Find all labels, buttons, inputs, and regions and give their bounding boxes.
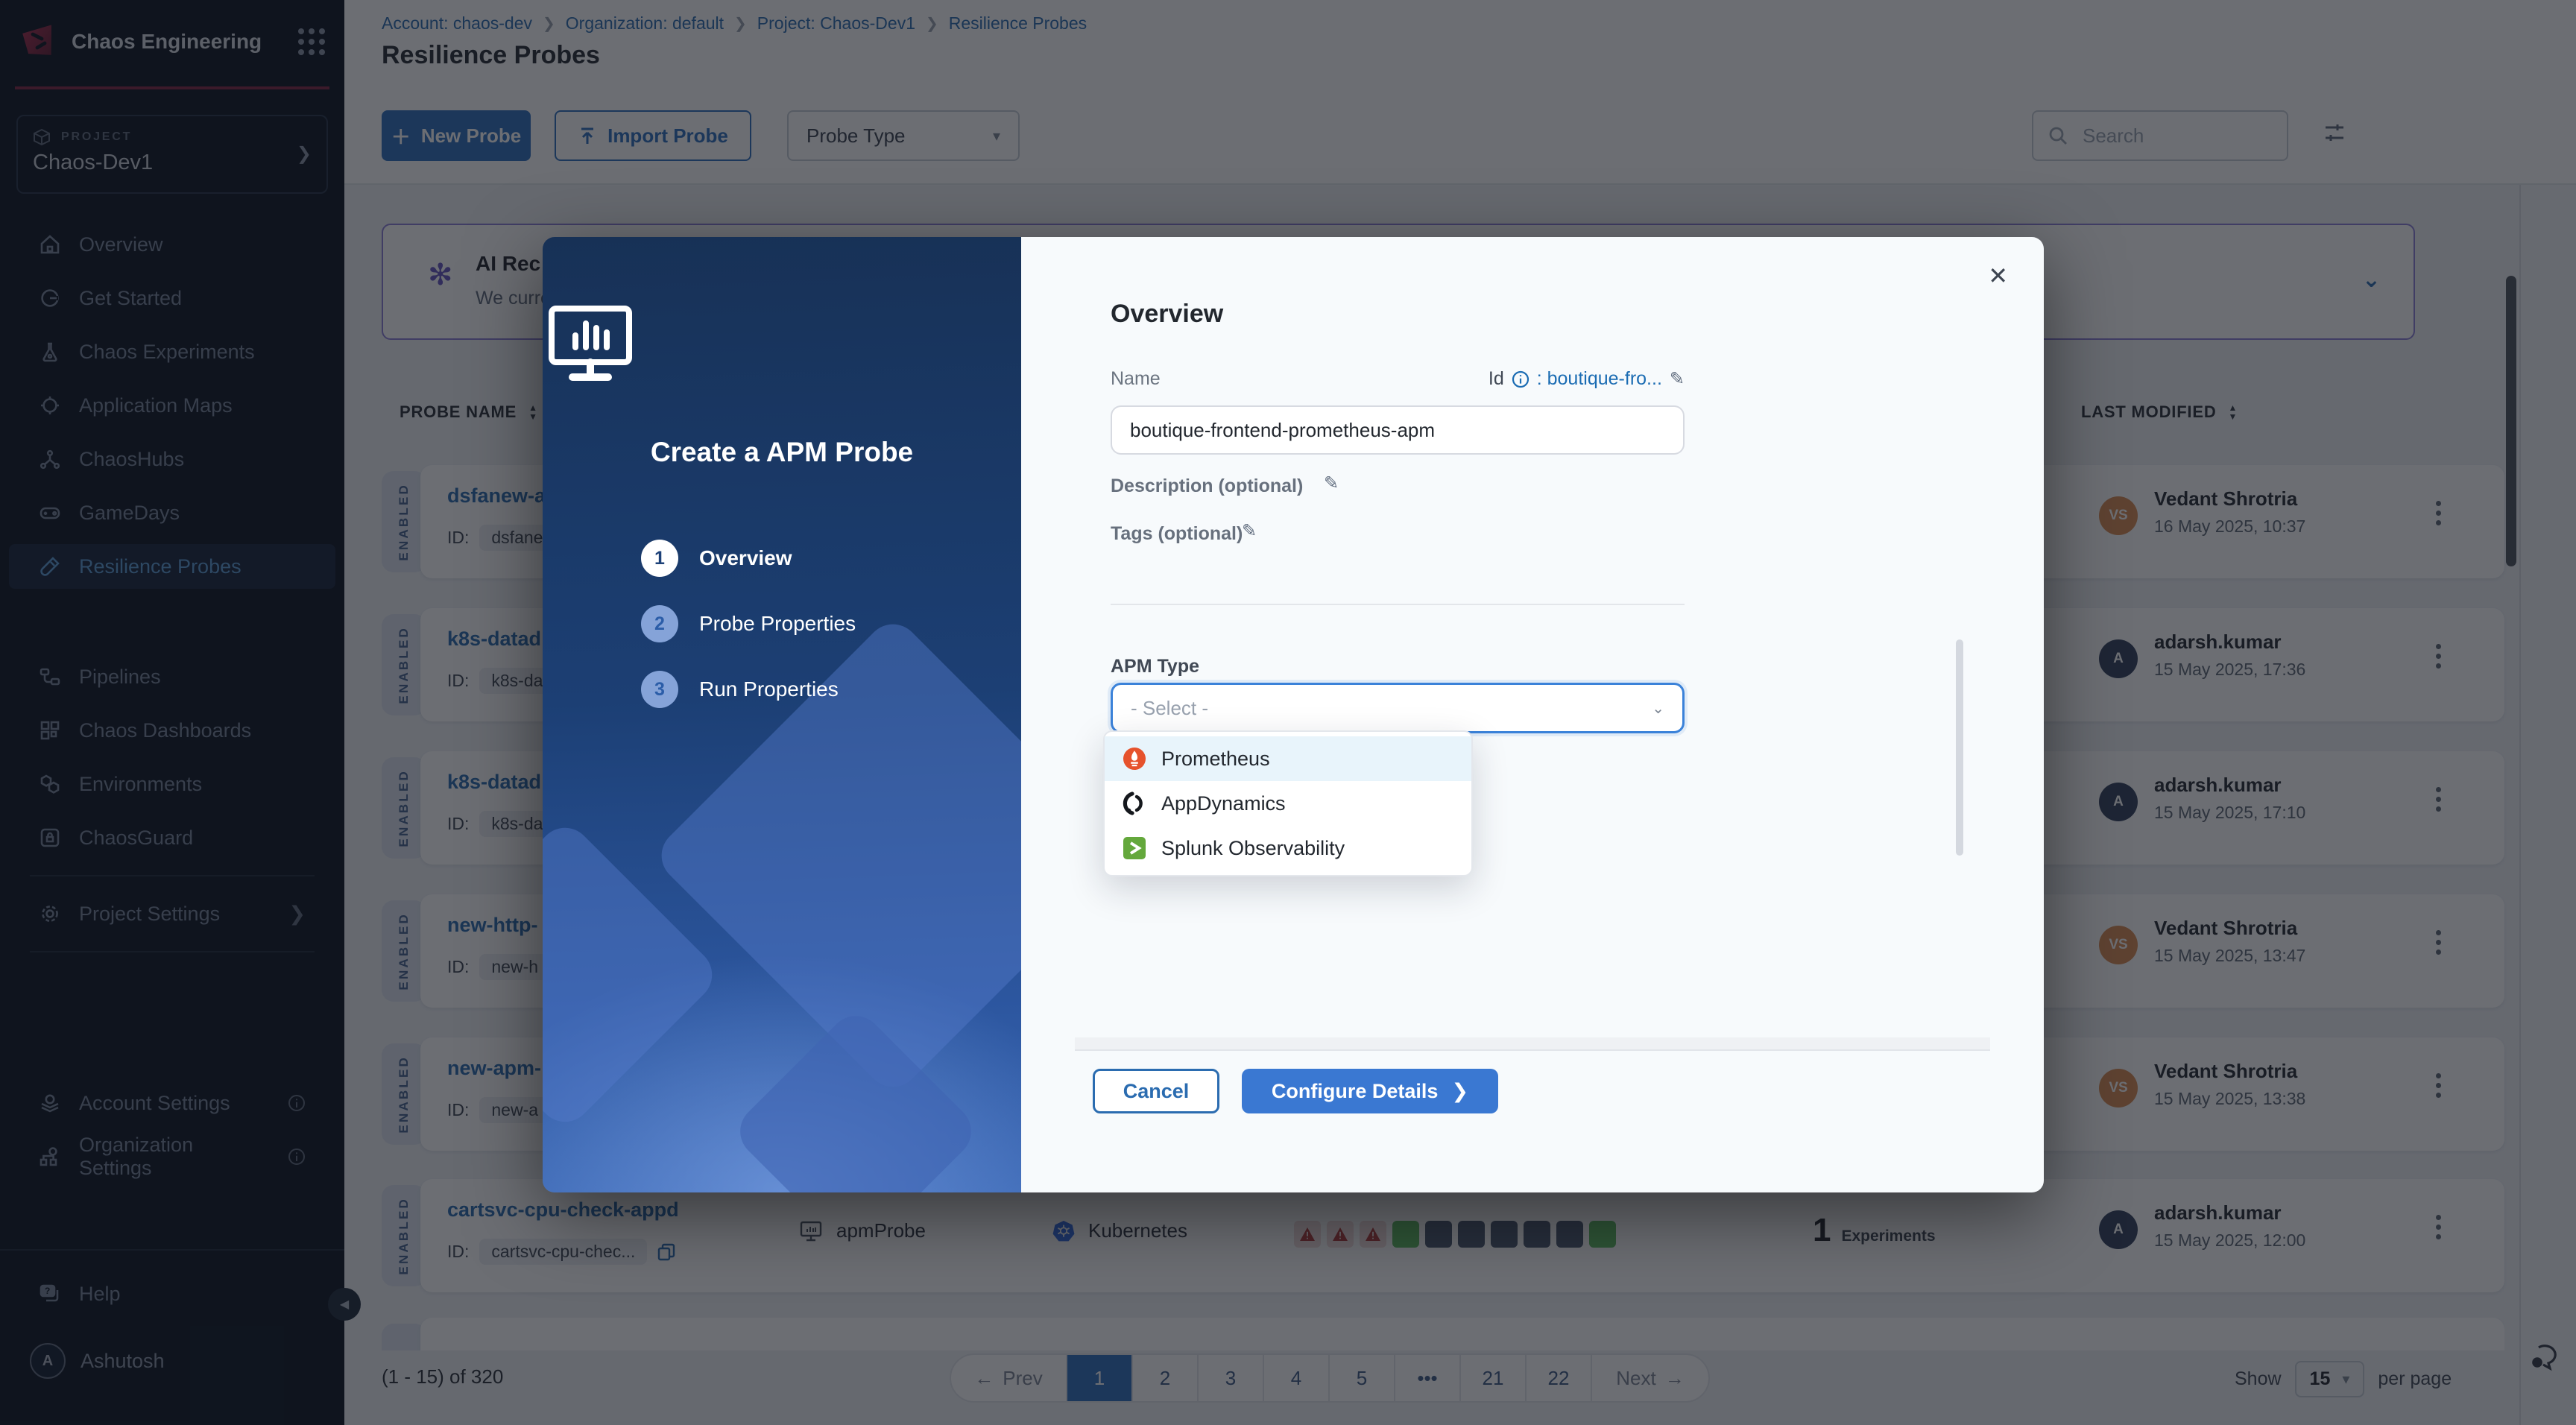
option-prometheus[interactable]: Prometheus xyxy=(1105,736,1471,781)
close-icon[interactable]: ✕ xyxy=(1988,264,2008,288)
option-appdynamics[interactable]: AppDynamics xyxy=(1105,781,1471,826)
divider xyxy=(1111,604,1685,605)
wizard-steps: 1 Overview 2 Probe Properties 3 Run Prop… xyxy=(641,540,1021,708)
option-splunk-observability[interactable]: Splunk Observability xyxy=(1105,826,1471,871)
tags-label: Tags (optional) xyxy=(1111,523,1243,545)
prometheus-icon xyxy=(1123,747,1146,771)
chevron-down-icon: ⌄ xyxy=(1652,699,1664,718)
cancel-button[interactable]: Cancel xyxy=(1093,1069,1219,1113)
modal-scrollbar[interactable] xyxy=(1956,639,1963,856)
step-probe-properties[interactable]: 2 Probe Properties xyxy=(641,605,1021,642)
apm-type-label: APM Type xyxy=(1111,656,1199,677)
chaos-engineering-app: Chaos Engineering PROJECT Chaos-Dev1 ❯ O… xyxy=(0,0,2576,1425)
modal-body: ✕ Overview Name Id : boutique-fro... ✎ D… xyxy=(1021,237,2044,1192)
step-run-properties[interactable]: 3 Run Properties xyxy=(641,671,1021,708)
modal-side-panel: Create a APM Probe 1 Overview 2 Probe Pr… xyxy=(543,237,1021,1192)
step-overview[interactable]: 1 Overview xyxy=(641,540,1021,577)
info-icon[interactable] xyxy=(1512,370,1530,388)
modal-panel-title: Create a APM Probe xyxy=(543,437,1021,468)
chevron-right-icon: ❯ xyxy=(1451,1080,1468,1103)
appdynamics-icon xyxy=(1123,792,1146,815)
create-apm-probe-modal: Create a APM Probe 1 Overview 2 Probe Pr… xyxy=(543,237,2044,1192)
splunk-icon xyxy=(1123,836,1146,860)
apm-monitor-icon xyxy=(543,303,638,386)
edit-icon[interactable]: ✎ xyxy=(1670,368,1685,390)
configure-details-button[interactable]: Configure Details ❯ xyxy=(1242,1069,1498,1113)
apm-type-select[interactable]: - Select - ⌄ xyxy=(1111,683,1685,733)
name-label: Name xyxy=(1111,368,1161,390)
description-label: Description (optional) xyxy=(1111,475,1303,497)
apm-type-dropdown: Prometheus AppDynamics Splunk Observabil… xyxy=(1103,730,1473,876)
probe-name-input[interactable] xyxy=(1111,405,1685,455)
content-bottom-band xyxy=(1075,1037,1990,1049)
edit-icon[interactable]: ✎ xyxy=(1324,473,1339,494)
id-label: Id xyxy=(1489,368,1504,390)
modal-section-title: Overview xyxy=(1111,300,1223,329)
edit-icon[interactable]: ✎ xyxy=(1242,520,1257,542)
probe-id-row: Id : boutique-fro... ✎ xyxy=(1401,368,1685,390)
divider xyxy=(1075,1049,1990,1051)
id-value: : boutique-fro... xyxy=(1537,368,1662,390)
